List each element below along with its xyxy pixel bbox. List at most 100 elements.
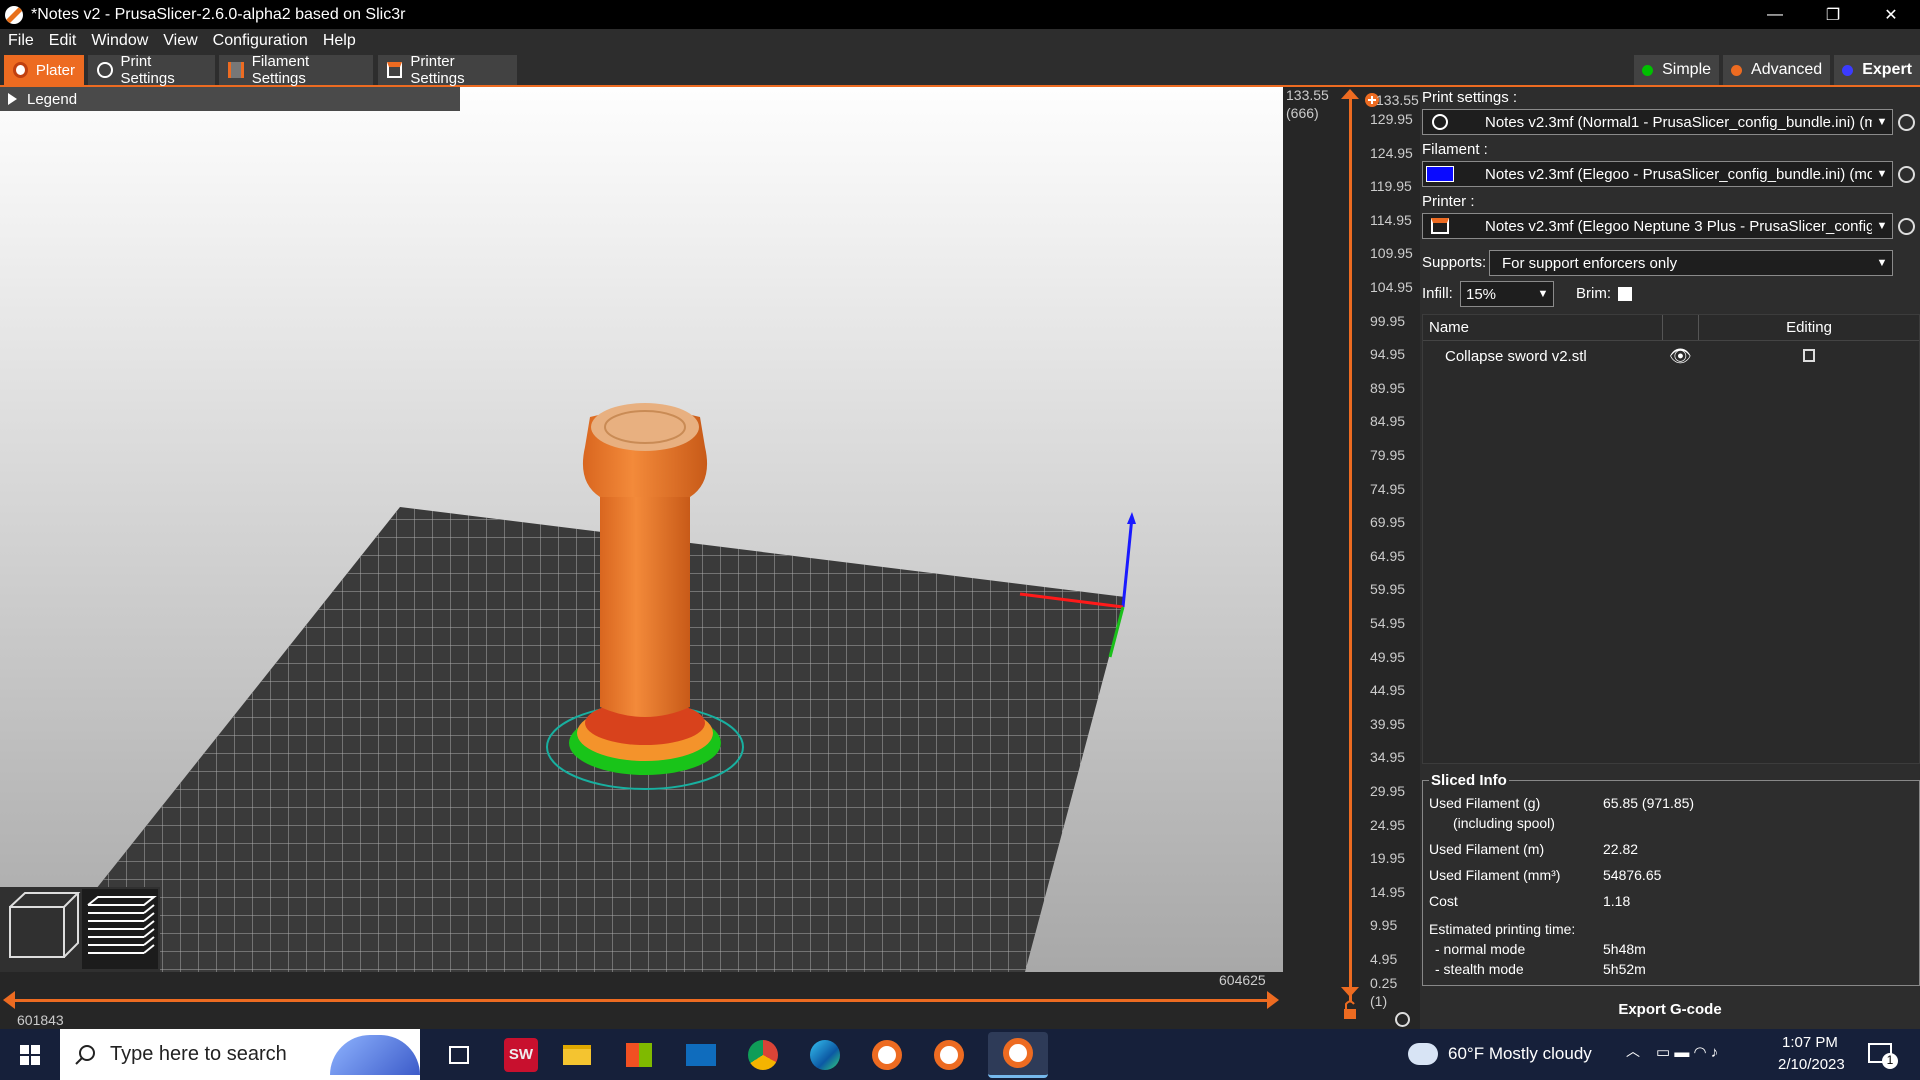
menu-window[interactable]: Window bbox=[91, 32, 148, 50]
legend-toggle[interactable]: Legend bbox=[0, 87, 460, 111]
column-header-visibility[interactable] bbox=[1663, 315, 1699, 340]
weather-text[interactable]: 60°F Mostly cloudy bbox=[1448, 1044, 1592, 1064]
chevron-down-icon: ▼ bbox=[1533, 282, 1553, 306]
menu-bar: File Edit Window View Configuration Help bbox=[0, 29, 1920, 53]
printer-edit-gear-icon[interactable] bbox=[1898, 218, 1915, 235]
prusaslicer-icon[interactable] bbox=[864, 1032, 910, 1078]
close-button[interactable]: ✕ bbox=[1862, 0, 1920, 29]
slider-track[interactable] bbox=[12, 999, 1270, 1002]
store-icon[interactable] bbox=[616, 1032, 662, 1078]
layer-height-tick: 84.95 bbox=[1370, 413, 1406, 430]
slider-left-value: 601843 bbox=[17, 1012, 64, 1028]
normal-mode-label: - normal mode bbox=[1435, 941, 1526, 957]
used-filament-m-value: 22.82 bbox=[1603, 841, 1639, 857]
plater-icon bbox=[13, 62, 28, 78]
tab-print-settings[interactable]: Print Settings bbox=[88, 53, 215, 87]
including-spool-label: (including spool) bbox=[1453, 815, 1555, 831]
3d-viewport[interactable]: Legend bbox=[0, 87, 1283, 972]
horizontal-layer-slider[interactable]: 604625 601843 bbox=[0, 972, 1283, 1029]
tab-printer-settings[interactable]: Printer Settings bbox=[378, 53, 517, 87]
mode-advanced-button[interactable]: Advanced bbox=[1723, 55, 1831, 85]
task-view-icon[interactable] bbox=[436, 1032, 482, 1078]
search-placeholder: Type here to search bbox=[110, 1043, 287, 1065]
search-highlight-art bbox=[330, 1035, 420, 1075]
object-list: Name Editing Collapse sword v2.stl 👁 bbox=[1422, 314, 1920, 764]
window-title: *Notes v2 - PrusaSlicer-2.6.0-alpha2 bas… bbox=[31, 5, 406, 23]
edge-icon[interactable] bbox=[802, 1032, 848, 1078]
print-settings-label: Print settings : bbox=[1422, 89, 1518, 106]
edit-object-icon[interactable] bbox=[1803, 349, 1815, 362]
layer-height-tick: 29.95 bbox=[1370, 783, 1406, 799]
prusaslicer-icon[interactable] bbox=[988, 1031, 1048, 1078]
print-settings-combo[interactable]: Notes v2.3mf (Normal1 - PrusaSlicer_conf… bbox=[1422, 109, 1893, 135]
slider-bottom-thumb[interactable] bbox=[1341, 987, 1359, 997]
printer-combo[interactable]: Notes v2.3mf (Elegoo Neptune 3 Plus - Pr… bbox=[1422, 213, 1893, 239]
clock-date[interactable]: 2/10/2023 bbox=[1778, 1056, 1845, 1073]
infill-combo[interactable]: 15% ▼ bbox=[1460, 281, 1554, 307]
tab-bar: Plater Print Settings Filament Settings … bbox=[0, 53, 1920, 87]
chevron-down-icon: ▼ bbox=[1872, 110, 1892, 134]
lock-icon[interactable] bbox=[1344, 1009, 1356, 1019]
filament-edit-gear-icon[interactable] bbox=[1898, 166, 1915, 183]
prusaslicer-icon[interactable] bbox=[926, 1032, 972, 1078]
supports-combo[interactable]: For support enforcers only ▼ bbox=[1489, 250, 1893, 276]
3d-view-icon[interactable] bbox=[9, 892, 81, 958]
slider-settings-gear-icon[interactable] bbox=[1395, 1012, 1410, 1027]
menu-edit[interactable]: Edit bbox=[49, 32, 77, 50]
menu-configuration[interactable]: Configuration bbox=[213, 32, 308, 50]
menu-help[interactable]: Help bbox=[323, 32, 356, 50]
mode-expert-button[interactable]: Expert bbox=[1834, 55, 1920, 85]
layer-height-tick: 14.95 bbox=[1370, 883, 1406, 900]
windows-logo-icon bbox=[20, 1044, 40, 1065]
list-item[interactable]: Collapse sword v2.stl 👁 bbox=[1423, 341, 1919, 371]
file-explorer-icon[interactable] bbox=[554, 1032, 600, 1078]
layer-height-tick: 129.95 bbox=[1370, 111, 1413, 127]
minimize-button[interactable]: — bbox=[1746, 0, 1804, 29]
slider-right-thumb[interactable] bbox=[1267, 991, 1279, 1009]
slider-top-thumb[interactable] bbox=[1341, 89, 1359, 99]
layer-height-tick: 89.95 bbox=[1370, 379, 1406, 396]
restore-button[interactable]: ❐ bbox=[1804, 0, 1862, 29]
tab-plater[interactable]: Plater bbox=[4, 55, 84, 85]
layer-height-tick: 54.95 bbox=[1370, 615, 1406, 631]
slider-track[interactable] bbox=[1349, 97, 1352, 1002]
start-button[interactable] bbox=[0, 1029, 60, 1080]
green-dot-icon bbox=[1642, 64, 1654, 76]
layer-height-tick: 124.95 bbox=[1370, 144, 1413, 161]
layer-height-tick: 34.95 bbox=[1370, 749, 1406, 766]
mail-icon[interactable] bbox=[678, 1032, 724, 1078]
filament-label: Filament : bbox=[1422, 141, 1488, 158]
menu-view[interactable]: View bbox=[163, 32, 197, 50]
export-gcode-button[interactable]: Export G-code bbox=[1420, 990, 1920, 1029]
layer-height-tick: 104.95 bbox=[1370, 279, 1413, 295]
filament-combo[interactable]: Notes v2.3mf (Elegoo - PrusaSlicer_confi… bbox=[1422, 161, 1893, 187]
tray-status-icons[interactable]: ▭ ▬ ◠ ♪ bbox=[1656, 1043, 1718, 1061]
title-bar: *Notes v2 - PrusaSlicer-2.6.0-alpha2 bas… bbox=[0, 0, 1920, 29]
chevron-down-icon: ▼ bbox=[1872, 162, 1892, 186]
print-settings-edit-gear-icon[interactable] bbox=[1898, 114, 1915, 131]
cost-label: Cost bbox=[1429, 893, 1458, 909]
stealth-mode-value: 5h52m bbox=[1603, 961, 1646, 977]
infill-label: Infill: bbox=[1422, 285, 1453, 302]
clock-time[interactable]: 1:07 PM bbox=[1782, 1034, 1838, 1051]
vertical-layer-slider[interactable]: 133.55 (666) 133.55 129.95 124.95 119.95 11… bbox=[1283, 87, 1420, 1029]
solidworks-icon[interactable]: SW bbox=[504, 1037, 538, 1072]
brim-checkbox[interactable] bbox=[1618, 287, 1632, 301]
tab-filament-settings[interactable]: Filament Settings bbox=[219, 53, 373, 87]
slider-current-value: 133.55 bbox=[1376, 92, 1419, 108]
taskbar-search-box[interactable]: Type here to search bbox=[60, 1029, 420, 1080]
column-header-editing[interactable]: Editing bbox=[1699, 315, 1919, 340]
filament-color-swatch bbox=[1426, 166, 1454, 182]
column-header-name[interactable]: Name bbox=[1423, 315, 1663, 340]
chrome-icon[interactable] bbox=[740, 1032, 786, 1078]
estimated-time-label: Estimated printing time: bbox=[1429, 921, 1576, 937]
layer-height-tick: 114.95 bbox=[1370, 211, 1412, 228]
layer-height-tick: 44.95 bbox=[1370, 682, 1406, 699]
slider-left-thumb[interactable] bbox=[3, 991, 15, 1009]
eye-icon[interactable]: 👁 bbox=[1669, 346, 1692, 367]
mode-simple-button[interactable]: Simple bbox=[1634, 55, 1720, 85]
menu-file[interactable]: File bbox=[8, 32, 34, 50]
tray-chevron-up-icon[interactable]: ︿ bbox=[1626, 1041, 1640, 1061]
slider-bottom-layer: (1) bbox=[1370, 993, 1388, 1009]
stealth-mode-label: - stealth mode bbox=[1435, 961, 1524, 977]
